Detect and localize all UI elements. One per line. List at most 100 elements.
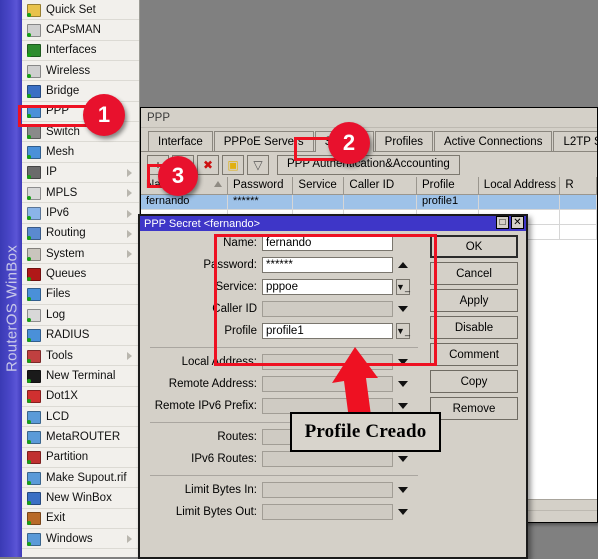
- menu-item-new-terminal[interactable]: New Terminal: [22, 366, 139, 387]
- menu-item-ip[interactable]: IP: [22, 163, 139, 184]
- table-cell: [560, 195, 597, 210]
- table-cell: [293, 195, 345, 210]
- menu-item-label: IPv6: [46, 207, 70, 220]
- chevron-right-icon: [126, 188, 135, 198]
- menu-item-label: Make Supout.rif: [46, 471, 127, 484]
- log-icon: [26, 308, 41, 322]
- menu-item-mpls[interactable]: MPLS: [22, 183, 139, 204]
- filter-button[interactable]: ▽: [247, 154, 269, 175]
- filter-icon: ▽: [253, 157, 263, 172]
- menu-item-make-supout-rif[interactable]: Make Supout.rif: [22, 468, 139, 489]
- dialog-titlebar: PPP Secret <fernando> □ ✕: [140, 216, 526, 231]
- table-row[interactable]: fernando ****** profile1: [141, 195, 597, 210]
- menu-item-label: Routing: [46, 227, 86, 240]
- antenna-icon: [26, 64, 41, 78]
- ok-button[interactable]: OK: [430, 235, 518, 258]
- form-row-ipv6-routes: IPv6 Routes:: [140, 449, 440, 469]
- column-header-service[interactable]: Service: [293, 177, 345, 194]
- menu-item-exit[interactable]: Exit: [22, 509, 139, 529]
- desktop-background: RouterOS WinBox Quick Set CAPsMAN Interfac…: [0, 0, 598, 559]
- brand-vertical-label: RouterOS WinBox: [3, 244, 21, 373]
- copy-button[interactable]: Copy: [430, 370, 518, 393]
- menu-item-interfaces[interactable]: Interfaces: [22, 41, 139, 62]
- menu-item-label: Wireless: [46, 64, 91, 77]
- menu-item-partition[interactable]: Partition: [22, 448, 139, 468]
- field-input-limit-bytes-in[interactable]: [262, 482, 393, 498]
- chevron-down-icon[interactable]: [396, 482, 410, 498]
- remove-button[interactable]: Remove: [430, 397, 518, 420]
- comment-button[interactable]: Comment: [430, 343, 518, 366]
- cross-icon: ✖: [202, 157, 214, 172]
- ppp-toolbar[interactable]: + ✔ ✖ ▣ ▽ PPP Authentication&Accounting: [141, 152, 597, 177]
- menu-item-bridge[interactable]: Bridge: [22, 81, 139, 102]
- menu-item-windows[interactable]: Windows: [22, 529, 139, 550]
- menu-item-new-winbox[interactable]: New WinBox: [22, 488, 139, 509]
- callout-text: Profile Creado: [304, 421, 427, 442]
- field-input-ipv6-routes[interactable]: [262, 451, 393, 467]
- column-header-caller-id[interactable]: Caller ID: [344, 177, 417, 194]
- tab-interface[interactable]: Interface: [148, 131, 213, 151]
- menu-item-queues[interactable]: Queues: [22, 264, 139, 285]
- ipv6-icon: [26, 206, 41, 221]
- mpls-icon: [26, 186, 41, 200]
- disable-button[interactable]: Disable: [430, 316, 518, 339]
- menu-item-system[interactable]: System: [22, 244, 139, 265]
- chevron-right-icon: [126, 534, 135, 544]
- menu-item-label: IP: [46, 166, 57, 179]
- column-header-label: Local Address: [483, 179, 557, 191]
- menu-item-label: Files: [46, 288, 71, 301]
- menu-item-metarouter[interactable]: MetaROUTER: [22, 427, 139, 448]
- main-menu-panel[interactable]: Quick Set CAPsMAN Interfaces Wireless Bridge…: [22, 0, 140, 557]
- mesh-icon: [26, 145, 41, 160]
- menu-item-dot1x[interactable]: Dot1X: [22, 387, 139, 407]
- column-header-password[interactable]: Password: [228, 177, 294, 194]
- menu-item-log[interactable]: Log: [22, 305, 139, 326]
- menu-item-files[interactable]: Files: [22, 285, 139, 306]
- column-header-r[interactable]: R: [560, 177, 597, 194]
- menu-item-label: New Terminal: [46, 369, 116, 382]
- supout-icon: [26, 471, 41, 485]
- terminal-icon: [26, 369, 41, 383]
- table-cell: [344, 195, 417, 210]
- queues-icon: [26, 267, 41, 282]
- menu-item-label: Interfaces: [46, 44, 97, 57]
- radius-icon: [26, 328, 41, 343]
- menu-item-wireless[interactable]: Wireless: [22, 61, 139, 82]
- chevron-right-icon: [126, 351, 135, 361]
- cancel-button[interactable]: Cancel: [430, 262, 518, 285]
- apply-button[interactable]: Apply: [430, 289, 518, 312]
- chevron-down-icon[interactable]: [396, 451, 410, 467]
- menu-item-lcd[interactable]: LCD: [22, 407, 139, 428]
- menu-item-label: MPLS: [46, 186, 78, 199]
- close-icon[interactable]: ✕: [511, 216, 524, 229]
- column-header-local-address[interactable]: Local Address: [479, 177, 561, 194]
- menu-item-radius[interactable]: RADIUS: [22, 326, 139, 346]
- field-label-remote-ipv6-prefix: Remote IPv6 Prefix:: [154, 400, 257, 412]
- menu-item-capsman[interactable]: CAPsMAN: [22, 20, 139, 41]
- tab-active-connections[interactable]: Active Connections: [434, 131, 553, 151]
- comment-button[interactable]: ▣: [222, 154, 244, 175]
- menu-item-mesh[interactable]: Mesh: [22, 142, 139, 163]
- winbox-icon: [26, 491, 41, 505]
- column-header-label: Caller ID: [349, 179, 395, 191]
- tab-l2tp-secrets[interactable]: L2TP Secrets: [553, 131, 597, 151]
- tab-profiles[interactable]: Profiles: [374, 131, 434, 151]
- menu-item-label: CAPsMAN: [46, 24, 101, 37]
- remove-secret-button[interactable]: ✖: [197, 154, 219, 175]
- field-input-limit-bytes-out[interactable]: [262, 504, 393, 520]
- menu-item-label: Log: [46, 308, 66, 321]
- menu-item-routing[interactable]: Routing: [22, 224, 139, 245]
- chevron-right-icon: [126, 249, 135, 259]
- column-header-profile[interactable]: Profile: [417, 177, 479, 194]
- menu-item-label: Partition: [46, 451, 89, 464]
- menu-item-ipv6[interactable]: IPv6: [22, 203, 139, 224]
- menu-item-tools[interactable]: Tools: [22, 346, 139, 367]
- dialog-button-column[interactable]: OK Cancel Apply Disable Comment Copy Remove: [430, 235, 518, 424]
- network-card-icon: [26, 43, 41, 58]
- secrets-table-header[interactable]: NamePasswordServiceCaller IDProfileLocal…: [141, 177, 597, 195]
- step-badge-3: 3: [158, 156, 198, 196]
- callout-profile-creado: Profile Creado: [290, 412, 441, 452]
- maximize-icon[interactable]: □: [496, 216, 509, 229]
- chevron-down-icon[interactable]: [396, 504, 410, 520]
- menu-item-quick-set[interactable]: Quick Set: [22, 0, 139, 21]
